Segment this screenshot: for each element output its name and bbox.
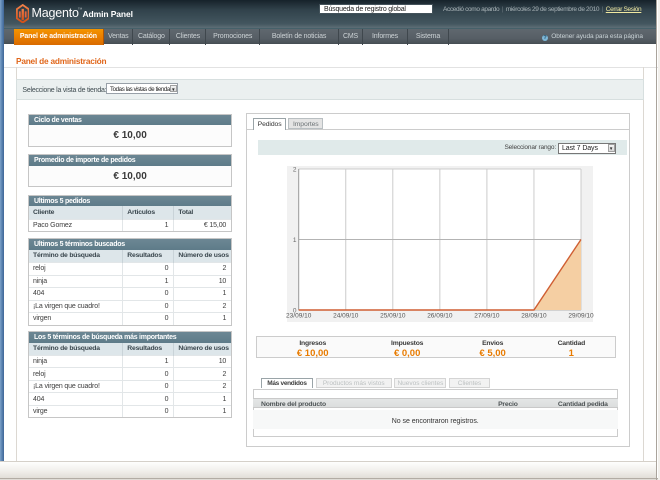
svg-text:29/09/10: 29/09/10 [568,313,594,320]
svg-text:2: 2 [292,167,296,174]
svg-text:27/09/10: 27/09/10 [474,313,500,320]
svg-text:28/09/10: 28/09/10 [521,313,547,320]
svg-text:25/09/10: 25/09/10 [380,313,406,320]
svg-text:24/09/10: 24/09/10 [333,313,359,320]
svg-text:23/09/10: 23/09/10 [286,313,312,320]
svg-text:26/09/10: 26/09/10 [427,313,453,320]
svg-text:1: 1 [292,237,296,244]
